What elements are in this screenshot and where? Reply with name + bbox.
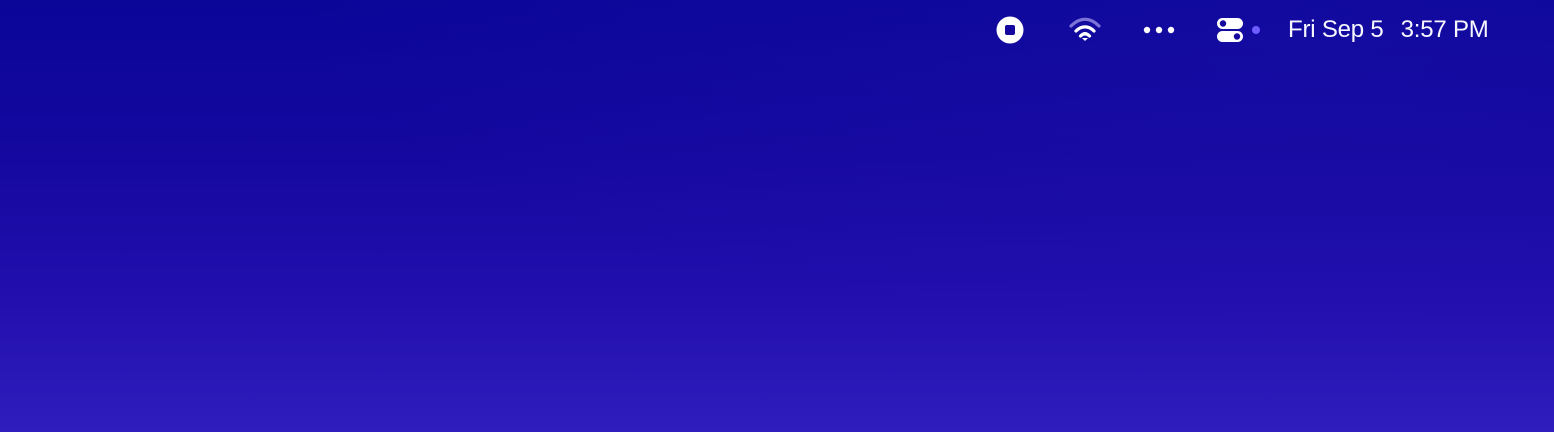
clock-time: 3:57 PM	[1400, 16, 1489, 43]
control-center-indicator-icon	[1252, 26, 1260, 34]
control-center-icon	[1217, 18, 1260, 42]
ellipsis-icon	[1143, 26, 1175, 34]
control-center-button[interactable]	[1206, 10, 1264, 50]
wifi-status-button[interactable]	[1064, 10, 1106, 50]
screen-recording-stop-button[interactable]	[990, 10, 1030, 50]
clock-date: Fri Sep 5	[1288, 16, 1384, 43]
desktop-background: Fri Sep 5 3:57 PM	[0, 0, 1554, 432]
wifi-icon	[1069, 17, 1101, 41]
menu-bar: Fri Sep 5 3:57 PM	[0, 0, 1554, 60]
clock[interactable]: Fri Sep 5 3:57 PM	[1288, 10, 1524, 50]
stop-circle-icon	[996, 16, 1024, 44]
more-status-items-button[interactable]	[1138, 10, 1180, 50]
